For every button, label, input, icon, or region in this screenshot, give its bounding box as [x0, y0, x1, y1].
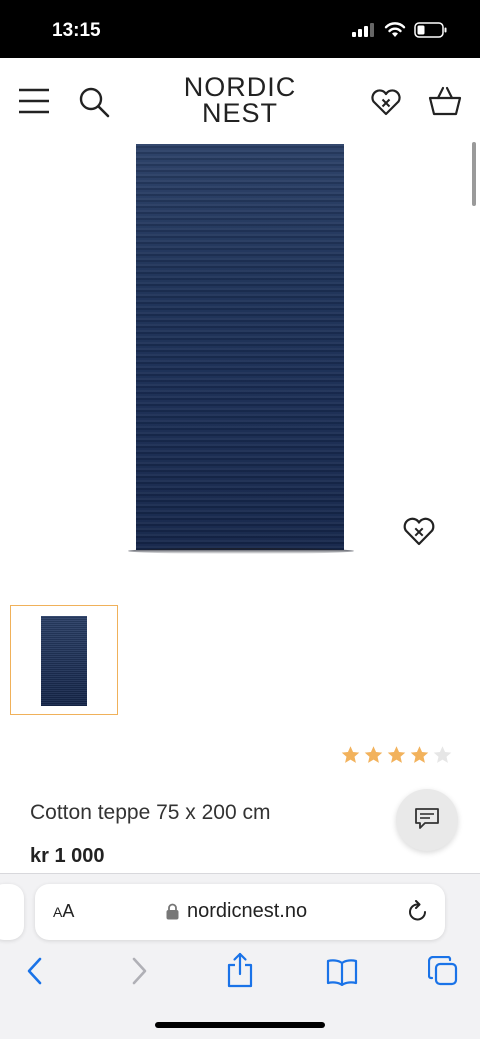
star-filled-icon: [341, 746, 360, 763]
chat-button[interactable]: [396, 789, 458, 851]
star-filled-icon: [410, 746, 429, 763]
url-text: nordicnest.no: [187, 900, 308, 922]
back-icon[interactable]: [24, 956, 46, 986]
menu-icon[interactable]: [18, 88, 50, 114]
cellular-signal-icon: [352, 23, 374, 37]
product-rating[interactable]: [340, 744, 453, 766]
search-icon[interactable]: [78, 86, 110, 118]
site-header: NORDIC NEST: [0, 58, 480, 142]
lock-icon: [166, 903, 179, 920]
product-main-image[interactable]: [128, 144, 354, 554]
cart-icon[interactable]: [428, 85, 462, 117]
bookmarks-icon[interactable]: [326, 958, 358, 986]
reload-icon[interactable]: [407, 900, 429, 924]
previous-tab-preview[interactable]: [0, 884, 24, 940]
nordic-nest-logo[interactable]: NORDIC NEST: [160, 72, 320, 128]
product-title: Cotton teppe 75 x 200 cm: [30, 801, 271, 824]
star-filled-icon: [387, 746, 406, 763]
product-price: kr 1 000: [30, 845, 105, 867]
rug-shadow: [128, 548, 354, 554]
product-thumbnail-selected[interactable]: [10, 605, 118, 715]
text-size-button[interactable]: AA: [53, 901, 74, 922]
add-to-wishlist-icon[interactable]: [402, 516, 436, 546]
thumbnail-rug-image: [41, 616, 87, 706]
text-size-small-a: A: [53, 904, 63, 920]
status-time: 13:15: [52, 20, 101, 41]
browser-toolbar: AA nordicnest.no: [0, 873, 480, 1039]
wifi-icon: [384, 22, 406, 37]
star-empty-icon: [433, 746, 452, 763]
logo-line-2: NEST: [201, 98, 278, 128]
logo-line-1: NORDIC: [183, 72, 297, 102]
forward-icon[interactable]: [128, 956, 150, 986]
rug-photo: [136, 144, 344, 550]
status-bar: 13:15: [0, 0, 480, 58]
tabs-icon[interactable]: [428, 956, 458, 986]
wishlist-icon[interactable]: [370, 88, 402, 116]
battery-icon: [414, 22, 447, 38]
address-bar[interactable]: AA nordicnest.no: [35, 884, 445, 940]
chat-icon: [415, 808, 439, 829]
share-icon[interactable]: [226, 952, 254, 988]
star-filled-icon: [364, 746, 383, 763]
page-scrollbar[interactable]: [472, 142, 476, 206]
text-size-large-a: A: [62, 901, 75, 921]
home-indicator[interactable]: [155, 1022, 325, 1028]
